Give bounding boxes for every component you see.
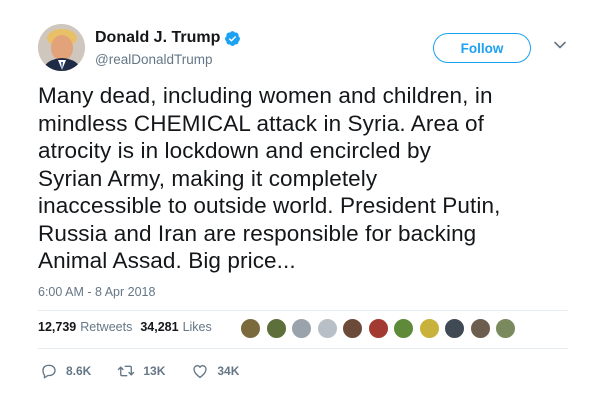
like-button[interactable]: 34K — [191, 362, 239, 380]
like-count: 34K — [217, 364, 240, 378]
tweet-actions: 8.6K 13K 34K — [40, 362, 265, 380]
liker-avatar[interactable] — [291, 318, 312, 339]
divider — [38, 310, 568, 311]
display-name[interactable]: Donald J. Trump — [95, 29, 220, 47]
retweets-count: 12,739 — [38, 320, 77, 334]
chevron-down-icon[interactable] — [553, 38, 567, 52]
tweet-header: Donald J. Trump @realDonaldTrump Follow — [38, 24, 578, 72]
liker-avatar[interactable] — [469, 318, 491, 339]
user-handle[interactable]: @realDonaldTrump — [95, 52, 213, 67]
retweets-stat[interactable]: 12,739 Retweets — [38, 320, 132, 334]
liker-avatars — [240, 318, 521, 339]
likes-count: 34,281 — [140, 320, 179, 334]
tweet-text: Many dead, including women and children,… — [38, 83, 501, 273]
likes-label: Likes — [182, 320, 212, 334]
liker-avatar[interactable] — [342, 318, 363, 339]
liker-avatar[interactable] — [240, 318, 261, 339]
liker-avatar[interactable] — [418, 318, 440, 339]
follow-button[interactable]: Follow — [433, 33, 531, 63]
liker-avatar[interactable] — [265, 318, 287, 339]
liker-avatar[interactable] — [393, 318, 414, 339]
liker-avatar[interactable] — [444, 318, 465, 339]
retweet-icon — [118, 365, 135, 377]
likes-stat[interactable]: 34,281 Likes — [140, 320, 211, 334]
reply-count: 8.6K — [66, 364, 92, 378]
heart-icon — [193, 365, 208, 379]
verified-badge-icon — [224, 30, 241, 47]
tweet-timestamp[interactable]: 6:00 AM - 8 Apr 2018 — [38, 285, 155, 299]
reply-icon — [42, 364, 56, 379]
liker-avatar[interactable] — [316, 318, 338, 339]
retweet-count: 13K — [143, 364, 166, 378]
retweets-label: Retweets — [80, 320, 133, 334]
liker-avatar[interactable] — [495, 318, 516, 339]
tweet-card: Donald J. Trump @realDonaldTrump Follow … — [0, 0, 600, 400]
name-row: Donald J. Trump — [95, 29, 241, 47]
divider — [38, 348, 568, 349]
retweet-button[interactable]: 13K — [117, 362, 165, 380]
avatar[interactable] — [38, 24, 85, 71]
tweet-stats: 12,739 Retweets 34,281 Likes — [38, 320, 220, 334]
reply-button[interactable]: 8.6K — [40, 362, 91, 380]
avatar-image — [38, 24, 85, 71]
liker-avatar[interactable] — [367, 318, 389, 339]
